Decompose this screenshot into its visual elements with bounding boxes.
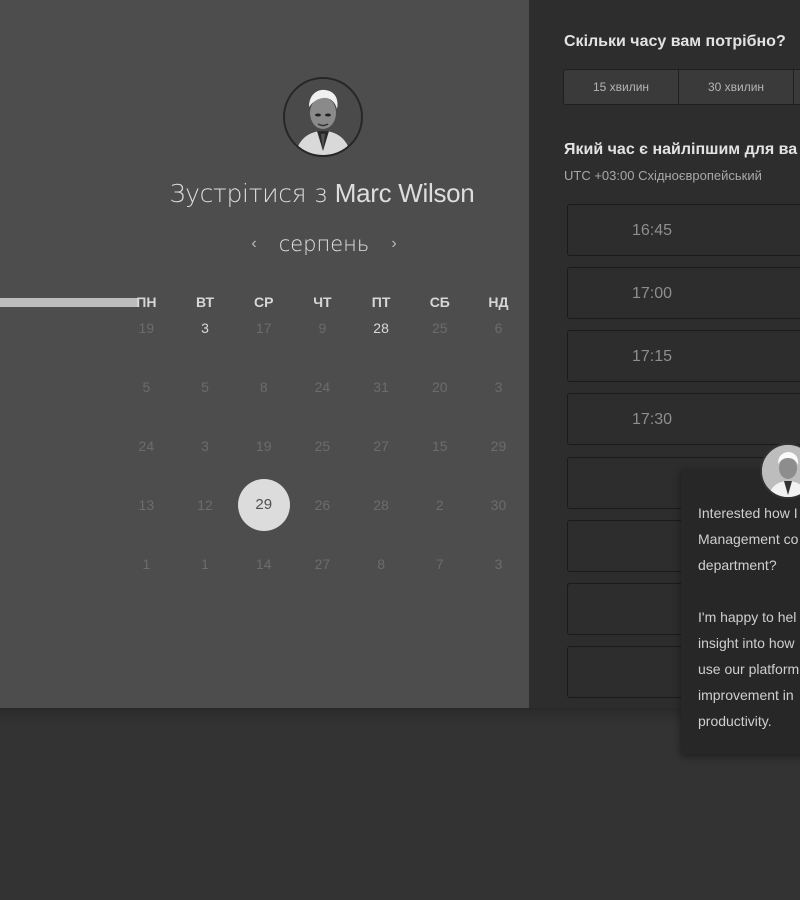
calendar-day: 5 — [142, 379, 151, 395]
time-slot-label: 17:00 — [631, 285, 673, 302]
chat-message: Interested how I Management co departmen… — [698, 500, 800, 760]
chevron-right-icon[interactable]: › — [386, 235, 402, 253]
chat-line: I'm happy to hel — [698, 609, 797, 625]
calendar-day: 31 — [373, 379, 389, 395]
calendar-day: 1 — [142, 556, 151, 572]
calendar-day: 9 — [318, 320, 327, 336]
duration-option-more[interactable] — [794, 70, 800, 104]
calendar-day: 20 — [431, 379, 448, 395]
calendar-day: 3 — [494, 379, 503, 395]
month-label: серпень — [278, 232, 370, 256]
chevron-left-icon[interactable]: ‹ — [246, 235, 262, 253]
calendar-day: 12 — [197, 497, 213, 513]
calendar-week: 5 5 8 24 31 20 3 — [117, 377, 528, 397]
calendar-day: 25 — [314, 438, 331, 454]
time-slot[interactable]: 17:00 — [567, 267, 800, 319]
time-slot[interactable]: 16:45 — [567, 204, 800, 256]
calendar-day: 19 — [138, 320, 155, 336]
calendar-day: 3 — [494, 556, 503, 572]
calendar-panel — [0, 0, 529, 710]
weekday-label: НД — [488, 294, 509, 310]
calendar-day: 25 — [431, 320, 448, 336]
duration-question: Скільки часу вам потрібно? — [564, 33, 786, 50]
time-slot[interactable]: 17:30 — [567, 393, 800, 445]
host-name: Marc Wilson — [334, 178, 475, 208]
calendar-day: 6 — [494, 320, 503, 336]
time-slot-label: 17:15 — [631, 348, 673, 365]
time-slot[interactable]: 17:15 — [567, 330, 800, 382]
calendar-day: 26 — [314, 497, 331, 513]
weekday-label: СР — [253, 294, 274, 310]
weekday-label: ПН — [136, 294, 157, 310]
calendar-day: 19 — [255, 438, 272, 454]
panel-shadow — [0, 708, 800, 724]
calendar-day: 17 — [255, 320, 272, 336]
calendar-day: 28 — [373, 497, 389, 513]
weekday-label: ЧТ — [313, 294, 332, 310]
duration-selector: 15 хвилин 30 хвилин — [563, 69, 800, 105]
weekday-label: ВТ — [195, 294, 215, 310]
calendar-day[interactable]: 3 — [176, 318, 235, 338]
weekday-header: ПН ВТ СР ЧТ ПТ СБ НД — [117, 294, 528, 310]
chat-line: productivity. — [698, 713, 772, 729]
selected-day-label[interactable]: 29 — [237, 479, 290, 531]
calendar-day: 8 — [259, 379, 268, 395]
calendar-day: 5 — [201, 379, 209, 395]
month-navigation: ‹ серпень › — [246, 229, 402, 259]
calendar-day: 3 — [201, 438, 209, 454]
calendar-week: 19 3 17 9 28 25 6 — [117, 318, 528, 338]
duration-option-15[interactable]: 15 хвилин — [564, 70, 679, 104]
calendar-day: 13 — [138, 497, 155, 513]
chat-line: Interested how I — [698, 505, 798, 521]
calendar-day[interactable]: 28 — [352, 318, 411, 338]
title-prefix: Зустрітися з — [169, 179, 328, 208]
chat-line: insight into how — [698, 635, 795, 651]
chat-line: Management co — [698, 531, 799, 547]
calendar-day: 8 — [377, 556, 385, 572]
calendar-week: 1 1 14 27 8 7 3 — [117, 554, 528, 574]
calendar-day: 24 — [314, 379, 331, 395]
calendar-day: 14 — [255, 556, 272, 572]
chat-line: department? — [698, 557, 777, 573]
calendar-day: 2 — [435, 497, 444, 513]
calendar-week: 13 12 29 26 28 2 30 — [117, 479, 528, 531]
calendar-day: 24 — [138, 438, 155, 454]
calendar-day: 27 — [373, 438, 389, 454]
calendar-day: 1 — [201, 556, 209, 572]
weekday-label: СБ — [429, 294, 450, 310]
calendar-day-selected[interactable]: 29 — [234, 479, 293, 531]
weekday-label: ПТ — [371, 294, 391, 310]
time-question: Який час є найліпшим для ва — [564, 141, 798, 158]
chat-line: improvement in — [698, 687, 794, 703]
time-slot-label: 17:30 — [631, 411, 673, 428]
page-title: Зустрітися з Marc Wilson — [0, 178, 644, 209]
person-portrait-icon — [762, 445, 800, 497]
calendar-day: 27 — [314, 556, 331, 572]
calendar-day: 30 — [490, 497, 507, 513]
timezone-label[interactable]: UTC +03:00 Східноєвропейський — [564, 168, 762, 183]
chat-line: use our platform — [698, 661, 800, 677]
time-slot-label: 16:45 — [631, 222, 673, 239]
host-avatar — [283, 77, 363, 157]
person-portrait-icon — [285, 79, 361, 155]
calendar-day: 15 — [431, 438, 448, 454]
calendar-day: 7 — [435, 556, 444, 572]
calendar-week: 24 3 19 25 27 15 29 — [117, 436, 528, 456]
duration-option-30[interactable]: 30 хвилин — [679, 70, 794, 104]
calendar-day: 29 — [490, 438, 507, 454]
